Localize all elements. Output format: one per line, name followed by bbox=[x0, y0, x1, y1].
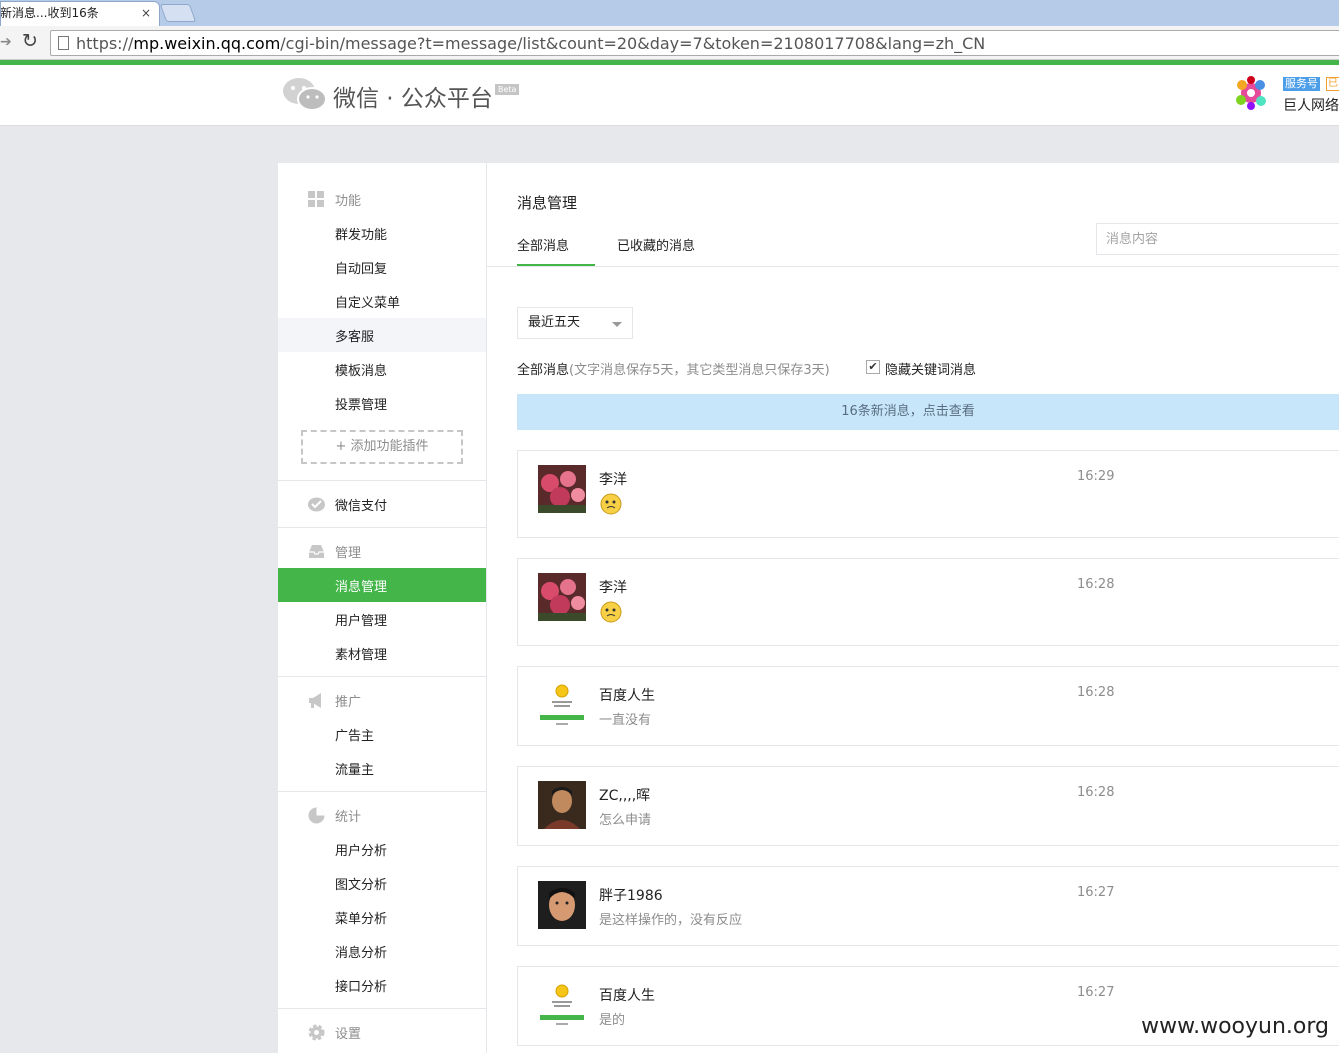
main-panel: 消息管理 全部消息 已收藏的消息 最近五天 全部消息(文字消息保存5天，其它类型… bbox=[487, 163, 1339, 1053]
grid-icon bbox=[308, 191, 324, 207]
url-text: https://mp.weixin.qq.com/cgi-bin/message… bbox=[76, 34, 986, 53]
new-tab-button[interactable] bbox=[159, 4, 197, 22]
period-select[interactable]: 最近五天 bbox=[517, 307, 633, 339]
message-text: 怎么申请 bbox=[599, 813, 652, 828]
sender-name[interactable]: 百度人生 bbox=[599, 985, 655, 1005]
sender-name[interactable]: ZC,,,,晖 bbox=[599, 785, 650, 805]
watermark: www.wooyun.org bbox=[1141, 1014, 1329, 1039]
hide-keyword-label[interactable]: 隐藏关键词消息 bbox=[885, 359, 976, 378]
message-time: 16:28 bbox=[1077, 577, 1115, 592]
back-arrow-icon[interactable]: ➔ bbox=[0, 34, 12, 50]
add-plugin-button[interactable]: + 添加功能插件 bbox=[301, 430, 463, 464]
sidebar-item-auto-reply[interactable]: 自动回复 bbox=[278, 250, 486, 284]
verified-badge: 已 bbox=[1326, 77, 1339, 91]
chevron-down-icon bbox=[612, 322, 622, 327]
message-retention-info: 全部消息(文字消息保存5天，其它类型消息只保存3天) bbox=[517, 363, 830, 378]
pie-chart-icon bbox=[308, 807, 325, 824]
sidebar-item-advertiser[interactable]: 广告主 bbox=[278, 717, 486, 751]
sidebar-divider bbox=[278, 527, 486, 528]
browser-navbar: ➔ ↻ https://mp.weixin.qq.com/cgi-bin/mes… bbox=[0, 26, 1339, 60]
page-title: 消息管理 bbox=[517, 194, 578, 212]
list-item: 胖子1986 是这样操作的，没有反应 16:27 bbox=[517, 866, 1339, 946]
sidebar-section-function: 功能 bbox=[278, 182, 486, 216]
account-name[interactable]: 巨人网络 bbox=[1283, 95, 1339, 115]
reload-icon[interactable]: ↻ bbox=[22, 30, 38, 52]
service-account-badge: 服务号 bbox=[1283, 77, 1320, 91]
message-time: 16:28 bbox=[1077, 685, 1115, 700]
beta-badge: Beta bbox=[495, 84, 520, 95]
site-header: 微信 · 公众平台 Beta 服务号 已 巨人网络 bbox=[0, 65, 1339, 126]
avatar[interactable] bbox=[538, 981, 586, 1029]
avatar[interactable] bbox=[538, 781, 586, 829]
browser-tab[interactable]: 新消息...收到16条 × bbox=[0, 1, 160, 26]
wechat-logo-icon[interactable] bbox=[282, 77, 328, 113]
tabs-divider bbox=[487, 266, 1339, 267]
close-icon[interactable]: × bbox=[141, 2, 151, 25]
address-bar[interactable]: https://mp.weixin.qq.com/cgi-bin/message… bbox=[50, 30, 1339, 56]
sidebar-section-pay[interactable]: 微信支付 bbox=[278, 487, 486, 521]
tab-all-messages[interactable]: 全部消息 bbox=[517, 235, 595, 267]
sidebar-divider bbox=[278, 1008, 486, 1009]
list-item: 李洋 16:29 bbox=[517, 450, 1339, 538]
search-input[interactable] bbox=[1097, 224, 1339, 254]
sidebar-item-mass-send[interactable]: 群发功能 bbox=[278, 216, 486, 250]
sidebar-item-article-analysis[interactable]: 图文分析 bbox=[278, 866, 486, 900]
sidebar-item-menu-analysis[interactable]: 菜单分析 bbox=[278, 900, 486, 934]
list-item: 李洋 16:28 bbox=[517, 558, 1339, 646]
sidebar-item-vote[interactable]: 投票管理 bbox=[278, 386, 486, 420]
platform-title[interactable]: 微信 · 公众平台 bbox=[333, 79, 493, 113]
sidebar-item-custom-menu[interactable]: 自定义菜单 bbox=[278, 284, 486, 318]
message-time: 16:28 bbox=[1077, 785, 1115, 800]
sidebar-item-template-message[interactable]: 模板消息 bbox=[278, 352, 486, 386]
megaphone-icon bbox=[309, 693, 321, 708]
browser-tabbar: 新消息...收到16条 × bbox=[0, 0, 1339, 26]
message-text: 是这样操作的，没有反应 bbox=[599, 913, 743, 928]
sidebar-item-message-analysis[interactable]: 消息分析 bbox=[278, 934, 486, 968]
sidebar-divider bbox=[278, 676, 486, 677]
inbox-icon bbox=[309, 545, 324, 558]
sidebar-divider bbox=[278, 480, 486, 481]
sidebar-item-user-manage[interactable]: 用户管理 bbox=[278, 602, 486, 636]
page-icon bbox=[58, 36, 69, 50]
sender-name[interactable]: 百度人生 bbox=[599, 685, 655, 705]
sender-name[interactable]: 胖子1986 bbox=[599, 885, 663, 905]
account-avatar[interactable] bbox=[1233, 75, 1269, 111]
message-time: 16:27 bbox=[1077, 985, 1115, 1000]
avatar[interactable] bbox=[538, 573, 586, 621]
hide-keyword-checkbox[interactable]: ✔ bbox=[866, 360, 880, 374]
sidebar-section-promo: 推广 bbox=[278, 683, 486, 717]
sidebar-section-settings[interactable]: 设置 bbox=[278, 1015, 486, 1049]
gear-icon bbox=[308, 1024, 325, 1041]
sender-name[interactable]: 李洋 bbox=[599, 577, 627, 597]
sidebar-item-multi-service[interactable]: 多客服 bbox=[278, 318, 486, 352]
message-time: 16:29 bbox=[1077, 469, 1115, 484]
tab-title: 新消息...收到16条 bbox=[0, 6, 99, 20]
message-text: 是的 bbox=[599, 1013, 626, 1028]
sidebar-section-manage: 管理 bbox=[278, 534, 486, 568]
emoji-icon bbox=[600, 601, 622, 623]
wechat-pay-icon bbox=[308, 497, 325, 512]
sidebar-item-publisher[interactable]: 流量主 bbox=[278, 751, 486, 785]
sidebar-item-message-manage[interactable]: 消息管理 bbox=[278, 568, 486, 602]
list-item: 百度人生 一直没有 16:28 bbox=[517, 666, 1339, 746]
search-box bbox=[1096, 223, 1339, 255]
emoji-icon bbox=[600, 493, 622, 515]
sender-name[interactable]: 李洋 bbox=[599, 469, 627, 489]
avatar[interactable] bbox=[538, 681, 586, 729]
sidebar: 功能 群发功能 自动回复 自定义菜单 多客服 模板消息 投票管理 + 添加功能插… bbox=[278, 163, 487, 1053]
message-time: 16:27 bbox=[1077, 885, 1115, 900]
sidebar-divider bbox=[278, 791, 486, 792]
sidebar-item-user-analysis[interactable]: 用户分析 bbox=[278, 832, 486, 866]
tab-starred-messages[interactable]: 已收藏的消息 bbox=[617, 235, 695, 267]
sidebar-item-material-manage[interactable]: 素材管理 bbox=[278, 636, 486, 670]
new-messages-banner[interactable]: 16条新消息，点击查看 bbox=[517, 394, 1339, 430]
avatar[interactable] bbox=[538, 465, 586, 513]
message-text: 一直没有 bbox=[599, 713, 652, 728]
avatar[interactable] bbox=[538, 881, 586, 929]
sidebar-section-stats: 统计 bbox=[278, 798, 486, 832]
sidebar-item-api-analysis[interactable]: 接口分析 bbox=[278, 968, 486, 1002]
list-item: ZC,,,,晖 怎么申请 16:28 bbox=[517, 766, 1339, 846]
